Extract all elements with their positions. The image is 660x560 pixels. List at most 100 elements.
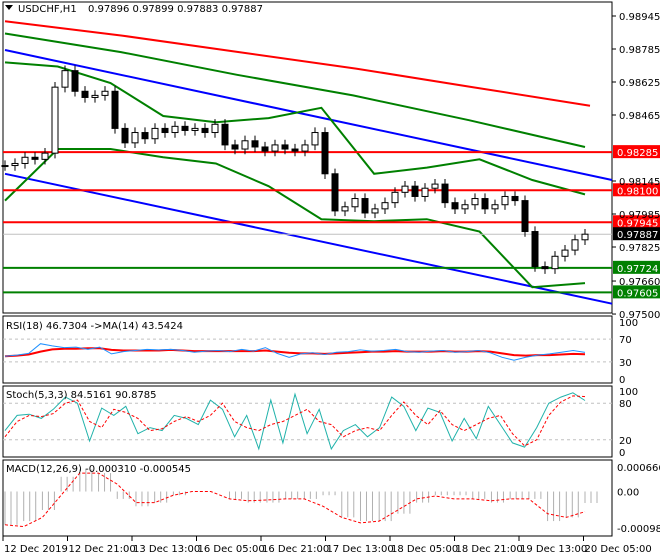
main-bollinger-upper-line xyxy=(4,61,586,196)
candle xyxy=(551,255,559,270)
candle xyxy=(261,146,269,152)
price-axis-label: 0.97985 xyxy=(619,210,660,221)
candle xyxy=(211,123,219,134)
main-ma-red-line xyxy=(4,20,591,107)
time-axis-label: 19 Dec 13:00 xyxy=(520,544,587,555)
candle xyxy=(381,202,389,210)
time-axis-label: 18 Dec 21:00 xyxy=(456,544,523,555)
candle xyxy=(431,183,439,189)
candle xyxy=(451,202,459,210)
price-level-label: 0.97605 xyxy=(617,288,658,299)
candle xyxy=(251,140,259,148)
macd-title: MACD(12,26,9) -0.000310 -0.000545 xyxy=(6,464,191,475)
price-axis-label: 0.98945 xyxy=(619,12,660,23)
rsi-axis-label: 30 xyxy=(619,358,632,369)
stoch-axis-label: 20 xyxy=(619,436,632,447)
macd-axis-label: 0.000666 xyxy=(617,463,660,474)
candle xyxy=(241,140,249,150)
rsi-axis-label: 70 xyxy=(619,335,632,346)
candle xyxy=(11,162,19,167)
stoch-axis-label: 100 xyxy=(619,387,638,398)
candle xyxy=(161,127,169,134)
candle xyxy=(1,165,9,168)
current-price-label: 0.97887 xyxy=(617,230,658,241)
macd-axis-label: -0.000983 xyxy=(617,524,660,535)
candle xyxy=(491,204,499,210)
candle xyxy=(91,94,99,98)
time-axis-label: 12 Dec 21:00 xyxy=(69,544,136,555)
candle xyxy=(101,90,109,96)
main-channel-lower-line xyxy=(4,172,613,305)
candle xyxy=(571,239,579,251)
price-axis-label: 0.98785 xyxy=(619,45,660,56)
candle xyxy=(221,123,229,146)
chart-window[interactable]: 0.98285 0.98100 0.97945 0.97724 0.97605 0.978… xyxy=(0,0,660,560)
candle xyxy=(391,191,399,204)
ohlc-label: 0.97896 0.97899 0.97883 0.97887 xyxy=(88,4,263,15)
candle xyxy=(71,70,79,92)
candle xyxy=(441,183,449,204)
candle xyxy=(481,198,489,210)
price-axis-label: 0.98145 xyxy=(619,177,660,188)
candle xyxy=(31,156,39,160)
sub-rsi-ma-line xyxy=(4,347,586,358)
time-axis-label: 16 Dec 05:00 xyxy=(198,544,265,555)
candle xyxy=(321,132,329,175)
candle xyxy=(521,200,529,233)
macd-axis-label: 0.00 xyxy=(617,488,639,499)
stoch-axis-label: 80 xyxy=(619,399,632,410)
rsi-axis-label: 100 xyxy=(619,318,638,329)
candle xyxy=(61,70,69,88)
candle xyxy=(151,127,159,140)
price-level-label: 0.98285 xyxy=(617,148,658,159)
candle xyxy=(21,156,29,164)
candle xyxy=(351,198,359,208)
candle xyxy=(541,266,549,270)
time-axis-label: 16 Dec 21:00 xyxy=(262,544,329,555)
candle xyxy=(561,249,569,257)
stoch-title: Stoch(5,3,3) 84.5161 90.8785 xyxy=(6,390,157,401)
candle xyxy=(271,144,279,152)
candle xyxy=(41,152,49,160)
candle xyxy=(471,198,479,206)
sub-stoch-main-line xyxy=(4,392,586,451)
main-bollinger-lower-line xyxy=(4,148,586,289)
price-level-label: 0.97724 xyxy=(617,264,658,275)
candle xyxy=(401,185,409,193)
candle xyxy=(361,198,369,214)
candle xyxy=(191,127,199,131)
collapse-triangle-icon[interactable] xyxy=(5,5,13,10)
candle xyxy=(461,204,469,210)
candle xyxy=(301,144,309,152)
candle xyxy=(501,195,509,206)
main-channel-upper-line xyxy=(4,49,613,181)
candle xyxy=(51,86,59,154)
price-axis-label: 0.97660 xyxy=(619,277,660,288)
candle xyxy=(581,233,589,241)
price-axis-label: 0.97825 xyxy=(619,243,660,254)
candle xyxy=(81,90,89,98)
candle xyxy=(111,90,119,129)
candle xyxy=(311,132,319,146)
price-axis-label: 0.98465 xyxy=(619,111,660,122)
candle xyxy=(291,148,299,152)
candle xyxy=(201,127,209,134)
time-axis-label: 12 Dec 2019 xyxy=(4,544,68,555)
chart-canvas[interactable]: 0.982850.981000.979450.977240.976050.978… xyxy=(0,0,660,560)
symbol-label: USDCHF,H1 xyxy=(18,4,77,15)
candle xyxy=(411,185,419,197)
time-axis-label: 20 Dec 05:00 xyxy=(585,544,652,555)
candle xyxy=(131,132,139,144)
candle xyxy=(231,144,239,150)
candle xyxy=(281,144,289,150)
rsi-axis-label: 0 xyxy=(619,375,625,386)
candle xyxy=(511,195,519,202)
stoch-axis-label: 0 xyxy=(619,448,625,459)
time-axis-label: 13 Dec 13:00 xyxy=(133,544,200,555)
candle xyxy=(421,187,429,197)
rsi-title: RSI(18) 46.7304 ->MA(14) 43.5424 xyxy=(6,321,183,332)
candle xyxy=(341,206,349,212)
candle xyxy=(181,125,189,131)
time-axis-label: 17 Dec 13:00 xyxy=(327,544,394,555)
time-axis-label: 18 Dec 05:00 xyxy=(391,544,458,555)
